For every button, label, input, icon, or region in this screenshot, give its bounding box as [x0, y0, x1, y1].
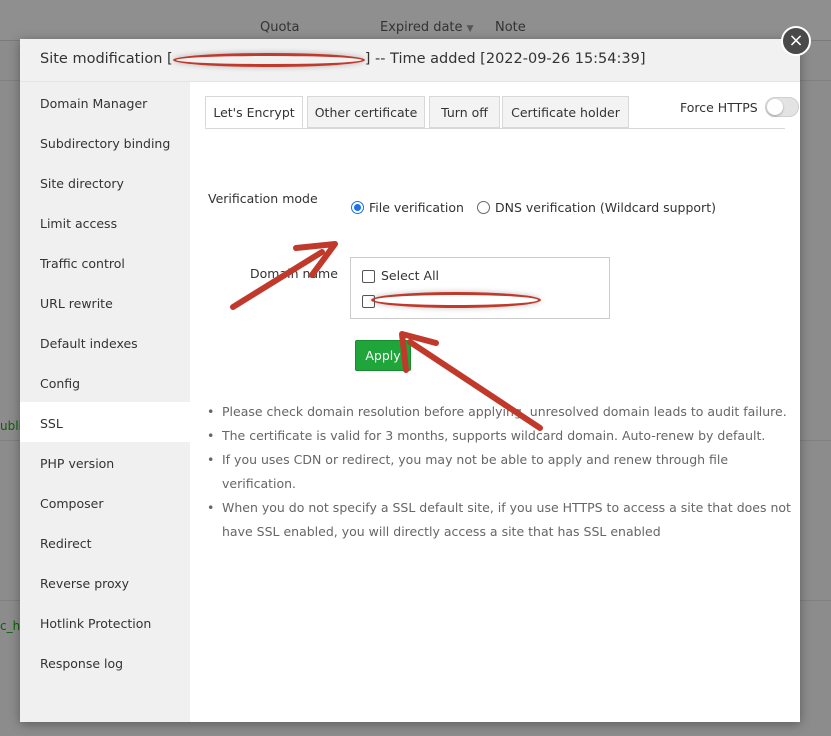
tip-item: The certificate is valid for 3 months, s…: [205, 424, 795, 448]
force-https-label: Force HTTPS: [680, 100, 758, 115]
site-modification-dialog: Site modification [] -- Time added [2022…: [20, 39, 800, 722]
sidebar-item-config[interactable]: Config: [20, 362, 190, 402]
sidebar-item-traffic-control[interactable]: Traffic control: [20, 242, 190, 282]
toggle-knob: [767, 99, 783, 115]
sidebar-item-limit-access[interactable]: Limit access: [20, 202, 190, 242]
sidebar-item-response-log[interactable]: Response log: [20, 642, 190, 682]
sidebar-item-php-version[interactable]: PHP version: [20, 442, 190, 482]
ssl-panel: Let's Encrypt Other certificate Turn off…: [190, 82, 800, 722]
radio-file-verification[interactable]: [351, 201, 364, 214]
sidebar-item-redirect[interactable]: Redirect: [20, 522, 190, 562]
dialog-title-bar: Site modification [] -- Time added [2022…: [20, 39, 800, 82]
force-https-toggle[interactable]: [765, 97, 799, 117]
select-all-label: Select All: [381, 268, 440, 283]
tab-certificate-holder[interactable]: Certificate holder: [502, 96, 629, 128]
verification-mode-label: Verification mode: [208, 191, 318, 206]
dns-verification-label: DNS verification (Wildcard support): [495, 200, 716, 215]
sidebar-item-reverse-proxy[interactable]: Reverse proxy: [20, 562, 190, 602]
sidebar-item-default-indexes[interactable]: Default indexes: [20, 322, 190, 362]
bg-column-note: Note: [495, 20, 526, 35]
ssl-tips-list: Please check domain resolution before ap…: [205, 400, 795, 544]
settings-sidebar: Domain Manager Subdirectory binding Site…: [20, 82, 190, 722]
domain-list-box: Select All: [350, 257, 610, 319]
tab-lets-encrypt[interactable]: Let's Encrypt: [205, 96, 303, 128]
sidebar-item-subdirectory-binding[interactable]: Subdirectory binding: [20, 122, 190, 162]
close-icon[interactable]: ×: [781, 26, 811, 56]
bg-row-fragment: c_h: [0, 619, 21, 633]
sidebar-item-hotlink-protection[interactable]: Hotlink Protection: [20, 602, 190, 642]
bg-column-quota: Quota: [260, 20, 300, 35]
sort-down-icon: ▼: [466, 24, 474, 34]
bg-column-expired-date: Expired date ▼: [380, 20, 474, 35]
tab-other-certificate[interactable]: Other certificate: [307, 96, 425, 128]
tab-turn-off[interactable]: Turn off: [429, 96, 500, 128]
apply-button[interactable]: Apply: [355, 340, 411, 371]
sidebar-item-domain-manager[interactable]: Domain Manager: [20, 82, 190, 122]
tip-item: When you do not specify a SSL default si…: [205, 496, 795, 544]
redacted-domain-name: [371, 292, 541, 308]
sidebar-item-composer[interactable]: Composer: [20, 482, 190, 522]
sidebar-item-site-directory[interactable]: Site directory: [20, 162, 190, 202]
sidebar-item-url-rewrite[interactable]: URL rewrite: [20, 282, 190, 322]
select-all-checkbox[interactable]: [362, 270, 375, 283]
dialog-title: Site modification [] -- Time added [2022…: [40, 51, 646, 67]
sidebar-item-ssl[interactable]: SSL: [20, 402, 190, 442]
ssl-tabs: Let's Encrypt Other certificate Turn off…: [205, 96, 799, 129]
domain-name-label: Domain name: [250, 266, 338, 281]
tip-item: If you uses CDN or redirect, you may not…: [205, 448, 795, 496]
redacted-site-name: [172, 53, 365, 67]
tip-item: Please check domain resolution before ap…: [205, 400, 795, 424]
bg-row-fragment: ubli: [0, 419, 22, 433]
file-verification-label: File verification: [369, 200, 464, 215]
radio-dns-verification[interactable]: [477, 201, 490, 214]
